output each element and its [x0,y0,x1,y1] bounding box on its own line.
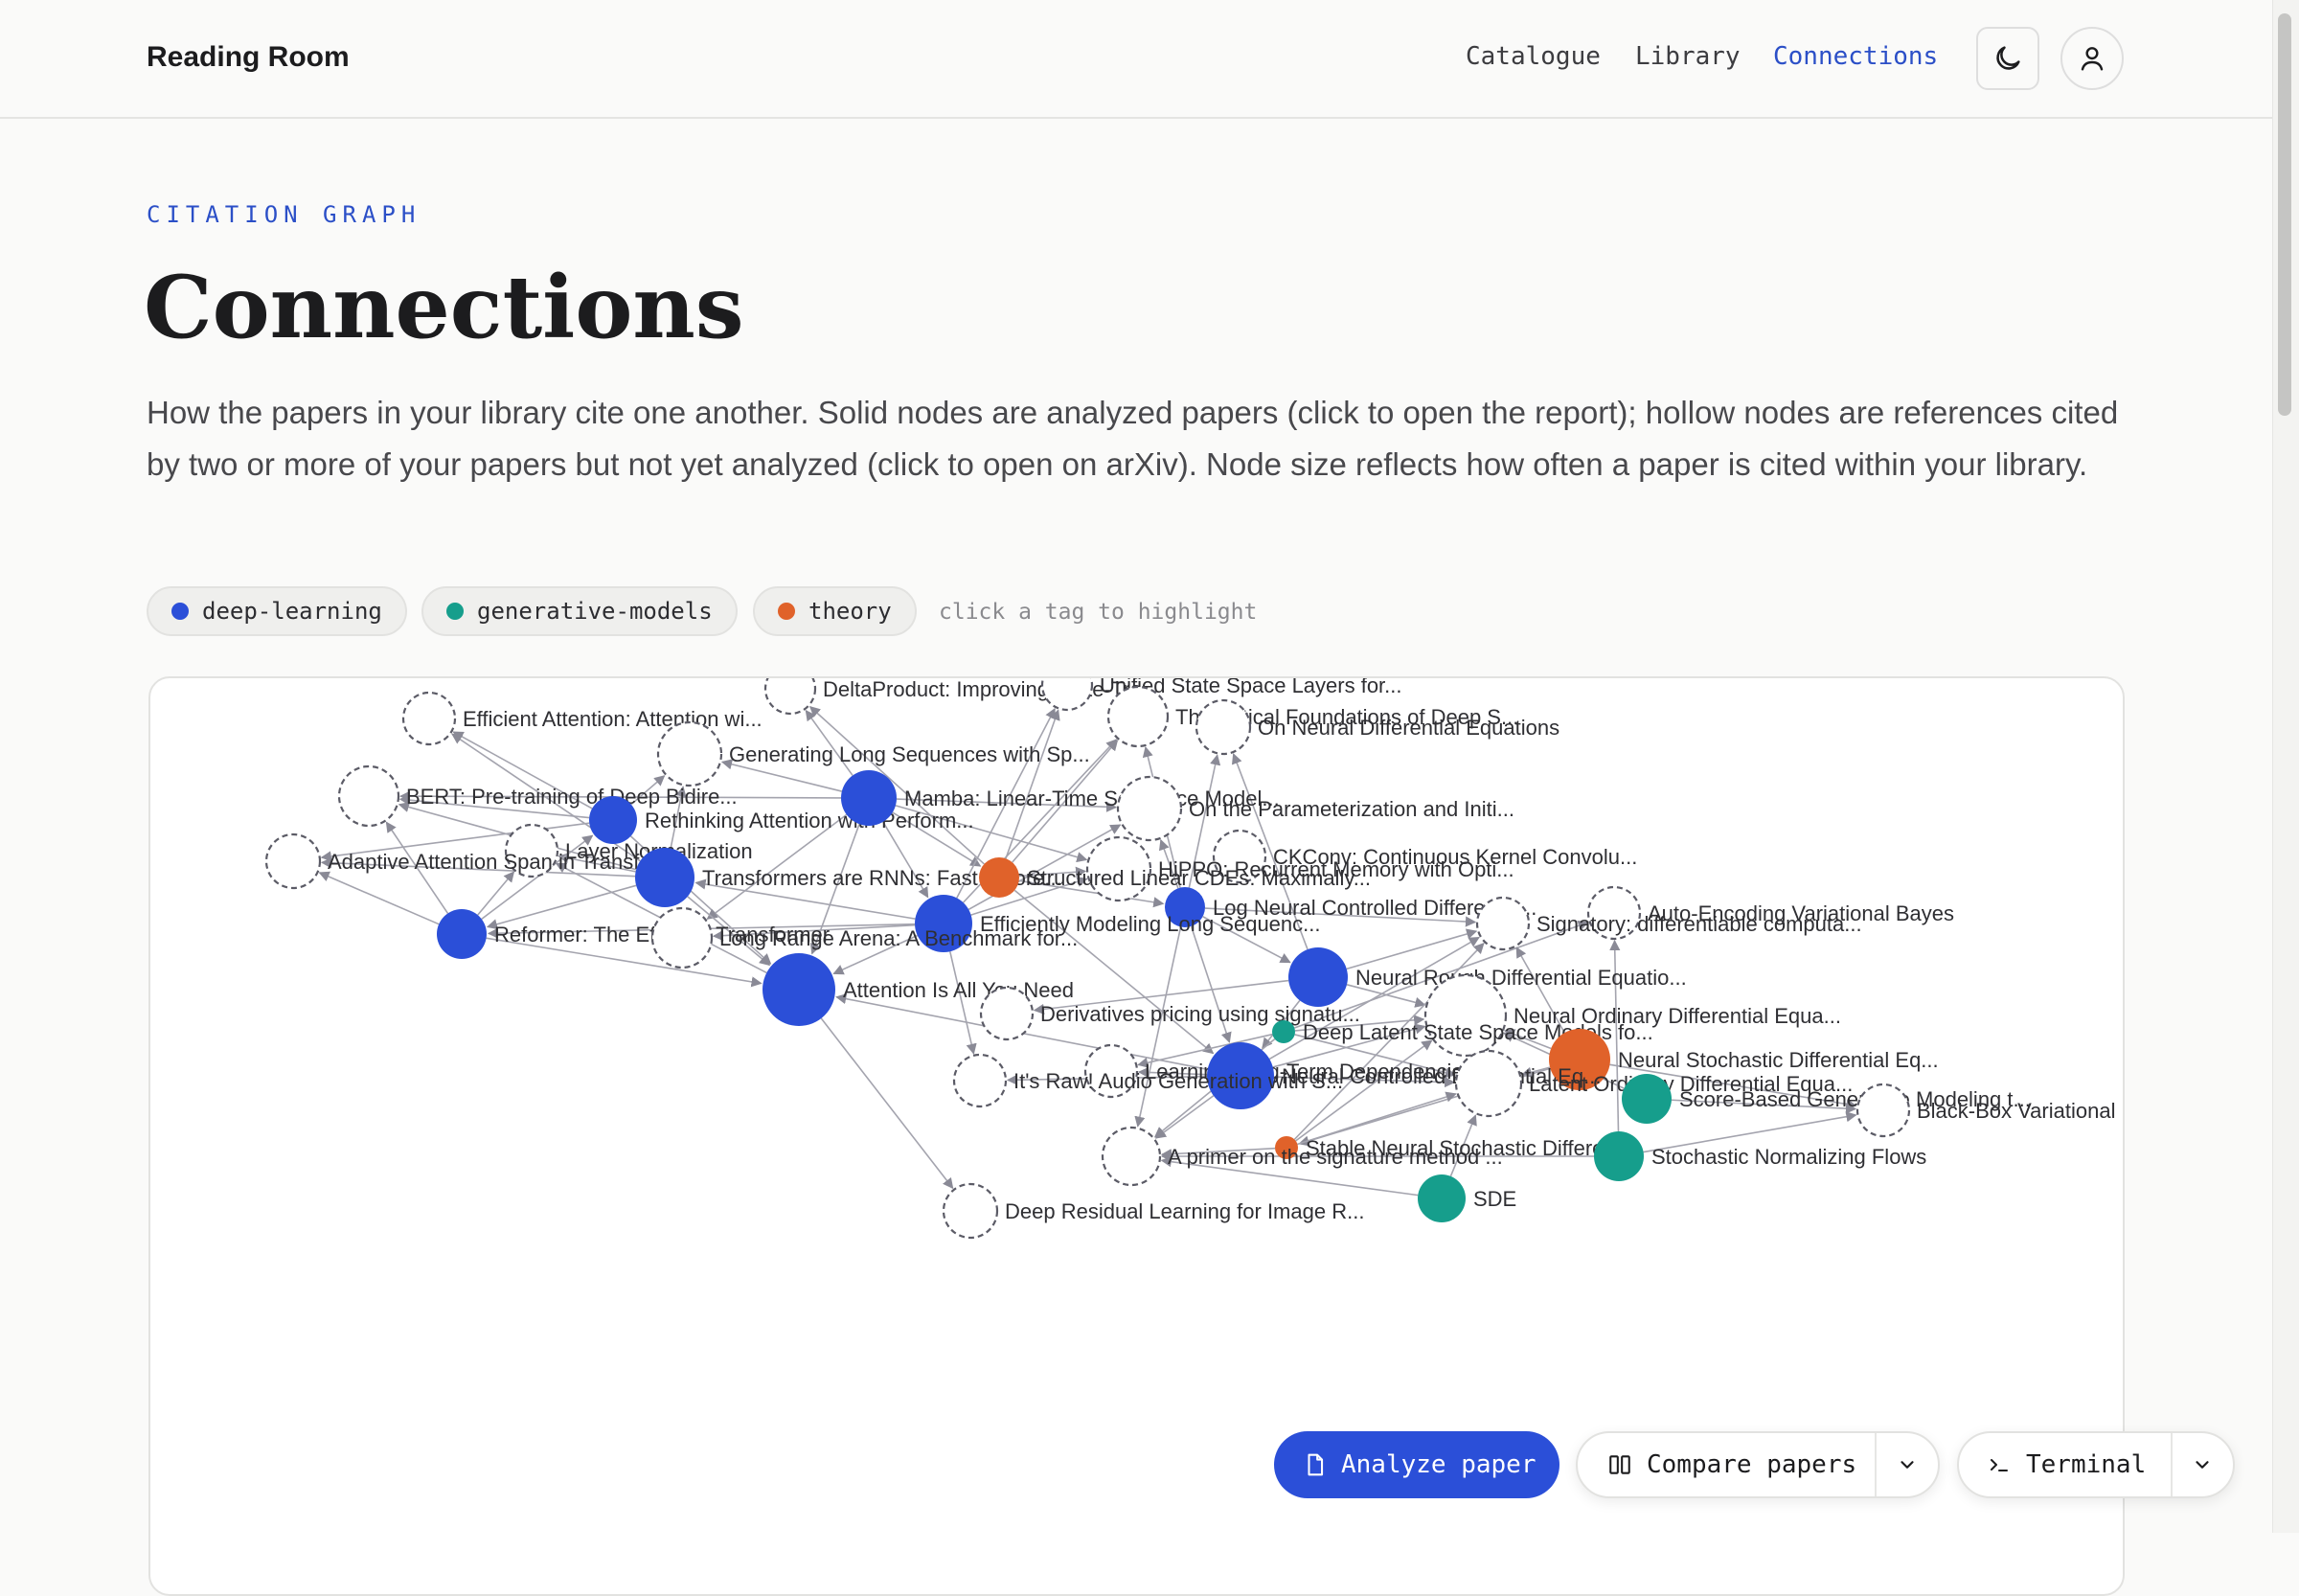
node-circle[interactable] [1116,775,1183,842]
node-circle[interactable] [1622,1074,1672,1124]
node-label: Black-Box Variational Inference [1917,1099,2125,1123]
tag-color-dot [446,603,464,620]
node-circle[interactable] [1288,947,1348,1007]
tag-color-dot [171,603,189,620]
node-circle[interactable] [264,832,322,890]
node-circle[interactable] [437,909,487,959]
brand-logo[interactable]: Reading Room [147,41,350,74]
node-circle[interactable] [1855,1083,1911,1138]
tag-label: theory [808,598,892,625]
citation-edge [1154,1095,1215,1139]
node-circle[interactable] [1106,685,1170,748]
terminal-icon [1986,1453,2013,1476]
node-circle[interactable] [656,720,723,787]
chevron-down-icon [2196,1461,2209,1469]
section-eyebrow: CITATION GRAPH [147,201,421,228]
moon-icon [1996,46,2020,70]
analyze-paper-button[interactable]: Analyze paper [1274,1431,1559,1498]
compare-papers-dropdown[interactable] [1875,1433,1938,1496]
node-label: Neural Rough Differential Equatio... [1355,966,1687,990]
node-label: On Neural Differential Equations [1258,716,1559,740]
graph-node-snf[interactable]: Stochastic Normalizing Flows [1594,1131,1926,1181]
citation-edge [486,884,637,930]
compare-papers-group: Compare papers [1576,1431,1940,1498]
node-circle[interactable] [1454,1049,1523,1118]
tag-generative-models[interactable]: generative-models [421,586,738,636]
tag-color-dot [778,603,795,620]
node-circle[interactable] [337,764,400,828]
node-label: Long Range Arena: A Benchmark for... [719,926,1078,950]
analyze-paper-label: Analyze paper [1341,1450,1536,1479]
citation-edge [948,951,977,1055]
citation-edge [1005,709,1060,859]
terminal-group: Terminal [1957,1431,2235,1498]
user-icon [2081,47,2104,71]
node-label: Attention Is All You Need [843,978,1074,1002]
node-label: Adaptive Attention Span in Transf... [328,850,657,874]
tag-label: generative-models [477,598,713,625]
node-label: Structured Linear CDEs: Maximally... [1027,866,1371,890]
citation-edge [318,871,440,925]
account-button[interactable] [2060,27,2124,90]
tag-label: deep-learning [202,598,382,625]
scrollbar-thumb[interactable] [2278,13,2291,416]
top-navigation-bar: Reading Room Catalogue Library Connectio… [0,0,2272,119]
node-circle[interactable] [1101,1126,1162,1187]
node-label: Generating Long Sequences with Sp... [729,742,1090,766]
node-circle[interactable] [952,1053,1008,1108]
tag-theory[interactable]: theory [753,586,917,636]
node-circle[interactable] [1594,1131,1644,1181]
node-circle[interactable] [1475,896,1531,951]
node-circle[interactable] [589,796,637,844]
node-circle[interactable] [1040,678,1094,712]
node-circle[interactable] [635,848,694,907]
tag-hint: click a tag to highlight [939,600,1258,625]
node-circle[interactable] [401,691,457,746]
compare-papers-label: Compare papers [1647,1450,1857,1479]
node-circle[interactable] [979,857,1019,898]
nav-library[interactable]: Library [1635,42,1741,71]
theme-toggle-button[interactable] [1976,27,2039,90]
nav-catalogue[interactable]: Catalogue [1466,42,1601,71]
node-label: On the Parameterization and Initi... [1189,797,1514,821]
node-label: A primer on the signature method ... [1168,1145,1503,1169]
node-label: Stochastic Normalizing Flows [1651,1145,1926,1169]
nav-connections[interactable]: Connections [1773,42,1938,71]
chevron-down-icon [1901,1461,1914,1469]
node-label: Neural Stochastic Differential Eq... [1618,1048,1939,1072]
node-label: Signatory: differentiable computa... [1536,912,1862,936]
node-circle[interactable] [1418,1174,1466,1222]
compare-papers-button[interactable]: Compare papers [1578,1433,1875,1496]
terminal-label: Terminal [2026,1450,2147,1479]
citation-edge [808,706,985,865]
document-icon [1303,1451,1328,1478]
graph-node-resnet[interactable]: Deep Residual Learning for Image R... [942,1182,1364,1240]
page-description: How the papers in your library cite one … [147,395,2119,482]
tag-deep-learning[interactable]: deep-learning [147,586,407,636]
columns-icon [1606,1452,1633,1477]
citation-edge [1134,926,1182,1128]
node-circle[interactable] [979,986,1035,1041]
node-circle[interactable] [650,906,714,969]
node-circle[interactable] [1195,698,1252,756]
node-circle[interactable] [1272,1020,1295,1043]
node-circle[interactable] [763,953,835,1026]
terminal-dropdown[interactable] [2170,1433,2234,1496]
citation-edge [820,1017,954,1190]
node-label: SDE [1473,1187,1516,1211]
graph-node-sde[interactable]: SDE [1418,1174,1516,1222]
page-title: Connections [144,257,744,358]
node-label: BERT: Pre-training of Deep Bidire... [406,785,738,809]
node-label: It's Raw! Audio Generation with S... [1013,1069,1343,1093]
node-label: Rethinking Attention with Perform... [645,809,974,832]
node-circle[interactable] [763,678,817,716]
node-label: Deep Residual Learning for Image R... [1005,1199,1364,1223]
terminal-button[interactable]: Terminal [1959,1433,2171,1496]
node-circle[interactable] [942,1182,999,1240]
node-label: Efficient Attention: Attention wi... [463,707,763,731]
node-circle[interactable] [841,770,897,826]
